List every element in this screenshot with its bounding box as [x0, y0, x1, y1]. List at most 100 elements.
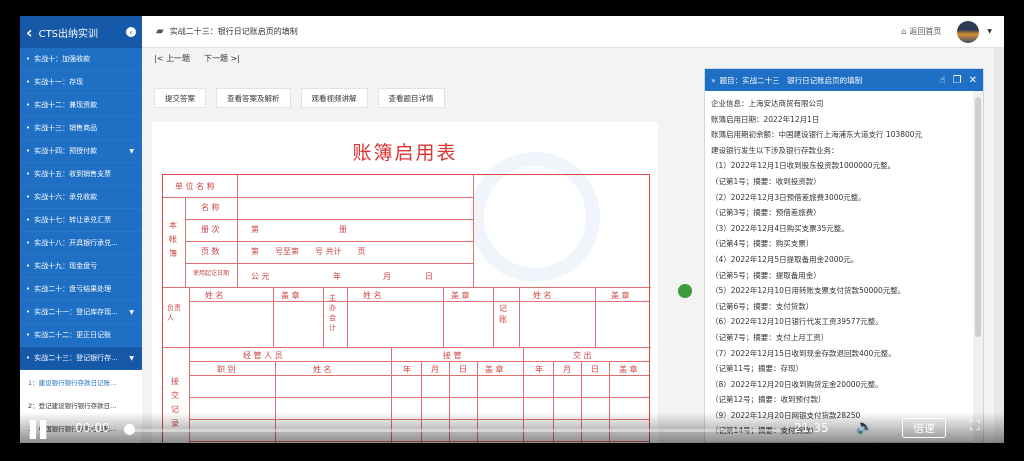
pages-text: 第 号至第 号 共计 页	[251, 247, 366, 256]
fullscreen-icon[interactable]: ⛶	[970, 418, 980, 434]
sidebar-item[interactable]: • 实战十六：承兑收款	[20, 186, 142, 209]
restore-icon[interactable]: ❐	[953, 75, 962, 86]
back-icon[interactable]: ‹	[26, 23, 33, 42]
view-details-button[interactable]: 查看题目详情	[377, 88, 445, 108]
bullet-icon: •	[26, 308, 31, 316]
pause-icon[interactable]: ▌▌	[30, 420, 53, 439]
start-date-label: 使用起讫日期	[193, 270, 230, 277]
question-nav: |< 上一题 下一题 >|	[142, 48, 702, 68]
volume-icon[interactable]: 🔈	[856, 419, 873, 435]
hand-icon[interactable]: ☝	[940, 75, 946, 86]
sidebar-item[interactable]: • 实战十三：销售商品	[20, 117, 142, 140]
sidebar-title: CTS出纳实训	[38, 28, 99, 40]
bullet-icon: •	[26, 170, 31, 178]
video-player-bar: ▌▌ 00:00 21:35 🔈 倍速 ⛶	[20, 412, 1004, 443]
page-scrollbar[interactable]	[994, 48, 1004, 443]
form-line	[493, 287, 494, 347]
sidebar-subitem[interactable]: 1：建设银行银行存款日记账...	[20, 370, 142, 393]
panel-line: （1）2022年12月1日收到股东投资款1000000元整。	[711, 161, 896, 171]
panel-scrollbar[interactable]	[973, 91, 983, 443]
form-line	[189, 361, 649, 362]
resp-seal-label: 盖 章	[281, 291, 300, 300]
next-label: 下一题	[203, 53, 228, 63]
chevron-down-icon[interactable]: »	[711, 76, 716, 85]
panel-line: （记第5号；摘要：提取备用金）	[711, 270, 821, 280]
panel-body: 企业信息：上海安达商贸有限公司 账簿启用日期：2022年12月1日 账簿启用期初余额…	[705, 91, 983, 443]
sidebar-item-label: 实战二十：盘亏结果处理	[34, 285, 112, 293]
form-line	[323, 287, 324, 347]
sidebar-item[interactable]: • 实战二十二：更正日记账	[20, 324, 142, 347]
volume-di: 第	[251, 225, 259, 234]
folder-icon: ▰	[156, 26, 164, 37]
bk-name-label: 姓 名	[533, 291, 552, 300]
sidebar-item[interactable]: • 实战十八：开具银行承兑...	[20, 232, 142, 255]
scroll-thumb[interactable]	[975, 97, 981, 337]
sidebar-item-label: 实战二十二：更正日记账	[34, 331, 112, 339]
form-line	[185, 219, 473, 220]
sidebar-item-label: 实战二十一：登记库存现...	[34, 308, 118, 316]
speed-button[interactable]: 倍速	[902, 418, 946, 438]
volume-label: 册 次	[201, 225, 220, 234]
panel-icons: ☝ ❐ ✕	[940, 75, 977, 86]
form-line	[347, 287, 348, 347]
sidebar-item-label: 实战十一：存现	[34, 78, 84, 86]
sidebar-item[interactable]: • 实战十四：预授付款 ▼	[20, 140, 142, 163]
recv-month: 月	[431, 365, 439, 374]
sidebar-item[interactable]: • 实战二十三：登记银行存... ▼	[20, 347, 142, 370]
watch-video-button[interactable]: 观看视频讲解	[300, 88, 368, 108]
panel-line: （记第12号；摘要：收到预付款）	[711, 395, 826, 405]
panel-line: （记第11号；摘要：存现）	[711, 364, 804, 374]
next-button[interactable]: 下一题 >|	[204, 53, 240, 64]
prev-button[interactable]: |< 上一题	[154, 53, 190, 64]
close-icon[interactable]: ✕	[969, 75, 977, 86]
avatar[interactable]	[957, 20, 980, 43]
sidebar-item[interactable]: • 实战十九：现金盘亏	[20, 255, 142, 278]
ledger-form: 单 位 名 称 本 帐 簿 名 称 册 次 第 册 页 数 第 号至第 号 共计…	[162, 174, 651, 443]
hand-month: 月	[563, 365, 571, 374]
dir-name-label: 姓 名	[363, 291, 382, 300]
sidebar-item[interactable]: • 实战二十一：登记库存现... ▼	[20, 301, 142, 324]
sidebar-item[interactable]: • 实战十七：转让承兑汇票	[20, 209, 142, 232]
home-link[interactable]: ⌂ 返回首页	[901, 26, 941, 37]
position-label: 职 别	[217, 365, 236, 374]
bullet-icon: •	[26, 147, 31, 155]
sidebar-item[interactable]: • 实战十二：兼现资款	[20, 94, 142, 117]
home-icon: ⌂	[901, 27, 907, 36]
progress-knob[interactable]	[124, 424, 135, 435]
book-label: 本 帐 簿	[169, 221, 177, 258]
sidebar-item[interactable]: • 实战十一：存现	[20, 71, 142, 94]
bullet-icon: •	[26, 55, 31, 63]
pages-label: 页 数	[201, 247, 220, 256]
panel-line: 账簿启用期初余额：中国建设银行上海浦东大道支行 103800元	[711, 130, 923, 140]
panel-header: » 题目：实战二十三 银行日记账启页的填制 ☝ ❐ ✕	[705, 69, 983, 91]
volume-ce: 册	[339, 225, 347, 234]
panel-line: （记第1号；摘要：收到投资款）	[711, 176, 821, 186]
panel-line: （2）2022年12月3日预借差旅费3000元整。	[711, 192, 866, 202]
hand-seal: 盖 章	[619, 365, 638, 374]
hand-label: 交 出	[573, 351, 592, 360]
panel-line: （7）2022年12月15日收到现金存款退回款400元整。	[711, 348, 896, 358]
sidebar-item[interactable]: • 实战十五：收到销售支票	[20, 163, 142, 186]
prev-label: 上一题	[165, 53, 190, 63]
sidebar-item[interactable]: • 实战二十：盘亏结果处理	[20, 278, 142, 301]
bullet-icon: •	[26, 239, 31, 247]
form-line	[163, 287, 651, 288]
sheet-title: 账簿启用表	[352, 142, 458, 164]
bullet-icon: •	[26, 331, 31, 339]
chevron-down-icon[interactable]: ▼	[987, 28, 992, 35]
sidebar: ‹ CTS出纳实训 ‹ • 实战十：加强收款 • 实战十一：存现 • 实战十二：兼现资款 •…	[20, 16, 142, 443]
form-line	[443, 287, 444, 347]
progress-bar[interactable]	[130, 429, 780, 432]
month-label: 月	[383, 272, 391, 281]
form-line	[185, 263, 473, 264]
year-label: 年	[333, 272, 341, 281]
view-answer-button[interactable]: 查看答案及解析	[216, 88, 291, 108]
form-line	[273, 287, 274, 347]
panel-line: 建设银行发生以下涉及银行存款业务：	[711, 145, 839, 155]
sidebar-item[interactable]: • 实战十：加强收款	[20, 48, 142, 71]
submit-answer-button[interactable]: 提交答案	[154, 88, 206, 108]
bullet-icon: •	[26, 354, 31, 362]
form-line	[519, 287, 520, 347]
collapse-icon[interactable]: ‹	[126, 27, 136, 37]
panel-line: （记第6号；摘要：支付货款）	[711, 301, 814, 311]
